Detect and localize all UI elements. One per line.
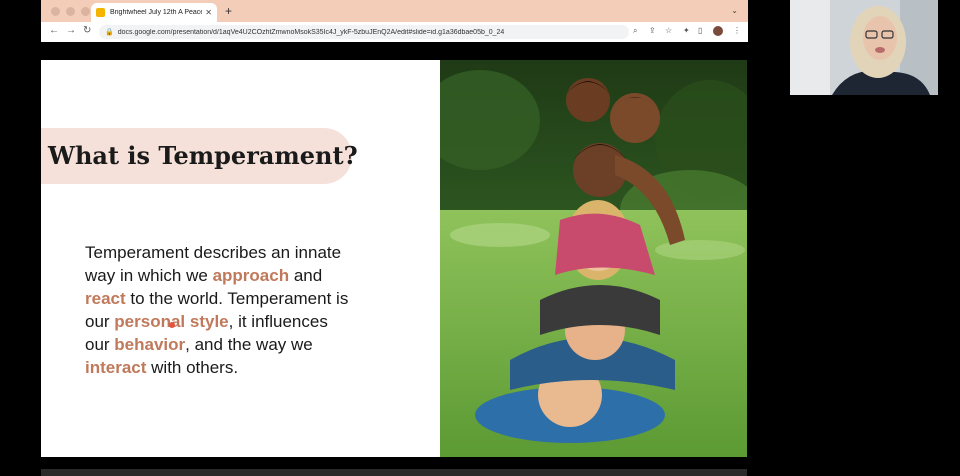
highlight-react: react (85, 289, 126, 308)
bottom-bar (41, 469, 747, 476)
highlight-interact: interact (85, 358, 147, 377)
share-icon[interactable]: ⇪ (649, 26, 656, 35)
presenter-webcam-feed (790, 0, 938, 95)
body-text-segment: , and the way we (185, 335, 313, 354)
browser-toolbar: ← → ↻ 🔒 docs.google.com/presentation/d/1… (41, 22, 748, 42)
children-stacked-photo (440, 60, 747, 457)
minimize-window-dot[interactable] (66, 7, 75, 16)
lock-icon: 🔒 (105, 29, 114, 36)
browser-window: Brightwheel July 12th A Peace ✕ + ⌄ ← → … (41, 0, 748, 42)
zoom-icon[interactable]: ⌕ (633, 26, 637, 36)
tab-bar: Brightwheel July 12th A Peace ✕ + ⌄ (41, 0, 748, 22)
side-panel-icon[interactable]: ▯ (698, 26, 702, 35)
tab-close-icon[interactable]: ✕ (205, 8, 212, 17)
body-text-segment: with others. (146, 358, 239, 377)
reload-button[interactable]: ↻ (83, 25, 91, 36)
forward-button[interactable]: → (66, 25, 76, 36)
url-text[interactable]: docs.google.com/presentation/d/1aqVe4U2C… (118, 29, 505, 36)
profile-avatar[interactable] (713, 26, 723, 36)
body-text-segment: and (289, 266, 323, 285)
menu-icon[interactable]: ⋮ (733, 26, 741, 35)
close-window-dot[interactable] (51, 7, 60, 16)
window-controls (51, 7, 90, 16)
slides-favicon-icon (96, 8, 105, 17)
star-icon[interactable]: ☆ (665, 26, 672, 35)
presentation-slide: What is Temperament? Temperament describ… (41, 60, 747, 457)
highlight-approach: approach (212, 266, 290, 285)
slide-body-text: Temperament describes an innate way in w… (85, 241, 355, 379)
extensions-icon[interactable]: ✦ (683, 26, 690, 35)
slide-title: What is Temperament? (48, 141, 358, 170)
highlight-behavior: behavior (114, 335, 186, 354)
tab-title: Brightwheel July 12th A Peace (110, 9, 203, 16)
laser-pointer-dot (169, 322, 175, 328)
address-bar[interactable]: 🔒 docs.google.com/presentation/d/1aqVe4U… (99, 25, 629, 39)
maximize-window-dot[interactable] (81, 7, 90, 16)
tab-search-icon[interactable]: ⌄ (731, 6, 738, 15)
browser-tab[interactable]: Brightwheel July 12th A Peace ✕ (91, 3, 217, 22)
back-button[interactable]: ← (49, 25, 59, 36)
new-tab-button[interactable]: + (225, 4, 232, 18)
